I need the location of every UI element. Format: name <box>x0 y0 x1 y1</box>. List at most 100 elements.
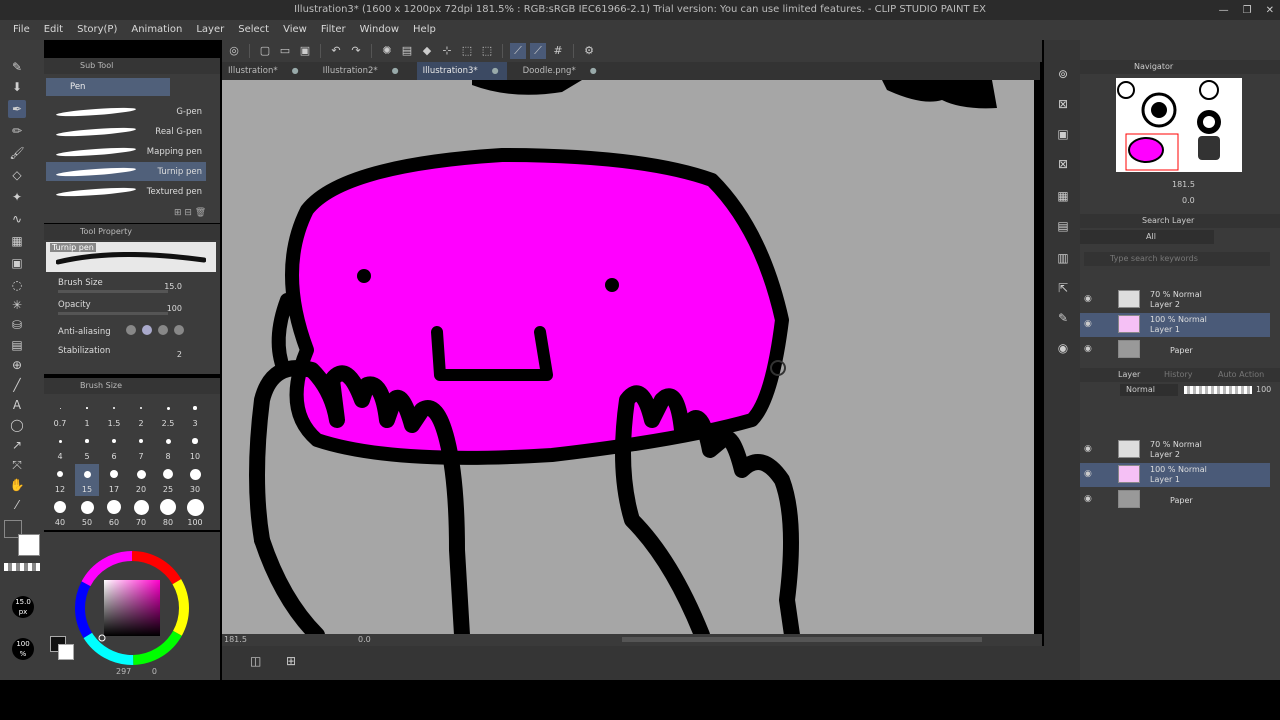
layer-row[interactable]: ◉ Paper <box>1080 488 1270 512</box>
deselect-icon[interactable]: ⬚ <box>459 43 475 59</box>
figure-tool-icon[interactable]: ▦ <box>8 232 26 250</box>
blend-mode-select[interactable]: Normal <box>1120 384 1178 396</box>
brush-size-option-7[interactable]: 7 <box>129 431 153 463</box>
tab-auto-action[interactable]: Auto Action <box>1218 370 1264 379</box>
aa-none-option[interactable] <box>126 325 136 335</box>
brush-item-real-g-pen[interactable]: Real G-pen <box>46 122 206 141</box>
transparent-color-swatch[interactable] <box>4 563 40 571</box>
brush-size-option-4[interactable]: 4 <box>48 431 72 463</box>
frame-tool-icon[interactable]: ▣ <box>8 254 26 272</box>
color-wheel[interactable] <box>72 548 192 668</box>
loading-icon[interactable]: ✺ <box>379 43 395 59</box>
grid-icon[interactable]: ▦ <box>1055 188 1071 204</box>
eye-icon[interactable]: ◉ <box>1084 294 1092 304</box>
subtool-actions[interactable]: ⊞ ⊟ 🗑 <box>174 208 206 218</box>
menu-help[interactable]: Help <box>406 20 443 40</box>
save-icon[interactable]: ▣ <box>297 43 313 59</box>
gradient-tool-icon[interactable]: ▤ <box>8 336 26 354</box>
eraser-tool-icon[interactable]: ◇ <box>8 166 26 184</box>
pen-settings-icon[interactable]: ✎ <box>8 58 26 76</box>
navigator-zoom[interactable]: 181.5 <box>1172 180 1195 189</box>
menu-view[interactable]: View <box>276 20 314 40</box>
tab-illustration2[interactable]: Illustration2* ● <box>317 62 407 80</box>
brush-size-option-17[interactable]: 17 <box>102 464 126 496</box>
eyedropper-icon[interactable]: ⁄ <box>8 496 26 514</box>
brush-size-option-6[interactable]: 6 <box>102 431 126 463</box>
tab-illustration3[interactable]: Illustration3* ● <box>416 62 507 80</box>
move-tool-icon[interactable]: ⤧ <box>8 456 26 474</box>
menu-story[interactable]: Story(P) <box>70 20 124 40</box>
brush-item-textured-pen[interactable]: Textured pen <box>46 182 206 201</box>
menu-animation[interactable]: Animation <box>124 20 189 40</box>
opacity-slider[interactable] <box>58 312 168 315</box>
antialiasing-options[interactable] <box>126 325 184 335</box>
brush-size-option-25[interactable]: 25 <box>156 464 180 496</box>
layer-row[interactable]: ◉ 70 % Normal Layer 2 <box>1080 438 1270 462</box>
brush-size-option-12[interactable]: 12 <box>48 464 72 496</box>
aa-weak-option[interactable] <box>142 325 152 335</box>
snap-grid-icon[interactable]: # <box>550 43 566 59</box>
lasso-tool-icon[interactable]: ◌ <box>8 276 26 294</box>
layer-opacity-slider[interactable] <box>1184 386 1252 394</box>
redo-icon[interactable]: ↷ <box>348 43 364 59</box>
navigator-preview[interactable] <box>1116 78 1242 172</box>
snap-ruler-icon[interactable]: ⟋ <box>510 43 526 59</box>
brush-size-option-1.5[interactable]: 1.5 <box>102 398 126 430</box>
layer-filter-select[interactable]: All <box>1080 230 1214 244</box>
menu-select[interactable]: Select <box>231 20 276 40</box>
brush-size-slider[interactable] <box>58 290 168 293</box>
search-icon[interactable]: ⊚ <box>1055 66 1071 82</box>
hand-tool-icon[interactable]: ✋ <box>8 476 26 494</box>
angle-readout[interactable]: 0.0 <box>358 635 371 644</box>
brush-size-option-30[interactable]: 30 <box>183 464 207 496</box>
fill-icon[interactable]: ◆ <box>419 43 435 59</box>
eye-icon[interactable]: ◉ <box>1084 444 1092 454</box>
fill-bucket-icon[interactable]: ⛁ <box>8 316 26 334</box>
layer-row[interactable]: ◉ 70 % Normal Layer 2 <box>1080 288 1270 312</box>
tab-history[interactable]: History <box>1164 370 1192 379</box>
brush-size-option-100[interactable]: 100 <box>183 497 207 529</box>
eye-icon[interactable]: ◉ <box>1084 494 1092 504</box>
eye-icon[interactable]: ◉ <box>1084 469 1092 479</box>
menu-filter[interactable]: Filter <box>314 20 353 40</box>
color-sub-chip[interactable] <box>58 644 74 660</box>
zoom-readout[interactable]: 181.5 <box>224 635 247 644</box>
decoration-tool-icon[interactable]: ✦ <box>8 188 26 206</box>
new-file-icon[interactable]: ▢ <box>257 43 273 59</box>
brush-item-g-pen[interactable]: G-pen <box>46 102 206 121</box>
aa-strong-option[interactable] <box>174 325 184 335</box>
clear-icon[interactable]: ▤ <box>399 43 415 59</box>
close-tab-icon[interactable]: ● <box>292 66 299 75</box>
layer-search-input[interactable]: Type search keywords <box>1084 252 1270 266</box>
brush-size-option-2.5[interactable]: 2.5 <box>156 398 180 430</box>
eye-icon[interactable]: ◉ <box>1084 319 1092 329</box>
blend-tool-icon[interactable]: ∿ <box>8 210 26 228</box>
open-file-icon[interactable]: ▭ <box>277 43 293 59</box>
brush-size-option-3[interactable]: 3 <box>183 398 207 430</box>
menu-layer[interactable]: Layer <box>189 20 231 40</box>
brush-size-option-20[interactable]: 20 <box>129 464 153 496</box>
pen-tool-icon[interactable]: ✒ <box>8 100 26 118</box>
panel-toggle-icon[interactable]: ◫ <box>250 654 261 668</box>
clip-studio-icon[interactable]: ◎ <box>226 43 242 59</box>
layout-toggle-icon[interactable]: ⊞ <box>286 654 296 668</box>
line-tool-icon[interactable]: ╱ <box>8 376 26 394</box>
maximize-button[interactable]: ❐ <box>1243 5 1252 16</box>
stabilization-value[interactable]: 2 <box>177 350 182 359</box>
export-icon[interactable]: ⇱ <box>1055 280 1071 296</box>
close-tab-icon[interactable]: ● <box>492 66 499 75</box>
brush-size-option-1[interactable]: 1 <box>75 398 99 430</box>
operation-tool-icon[interactable]: ⬇ <box>8 78 26 96</box>
tab-layer[interactable]: Layer <box>1118 370 1140 379</box>
transform-icon[interactable]: ⊹ <box>439 43 455 59</box>
navigator-angle[interactable]: 0.0 <box>1182 196 1195 205</box>
sub-tool-group-tab[interactable]: Pen <box>46 78 170 96</box>
menu-file[interactable]: File <box>6 20 37 40</box>
brush-size-option-70[interactable]: 70 <box>129 497 153 529</box>
brush-size-option-0.7[interactable]: 0.7 <box>48 398 72 430</box>
sub-color-swatch[interactable] <box>18 534 40 556</box>
brush-size-option-8[interactable]: 8 <box>156 431 180 463</box>
brush-item-mapping-pen[interactable]: Mapping pen <box>46 142 206 161</box>
aa-medium-option[interactable] <box>158 325 168 335</box>
crop-icon[interactable]: ⬚ <box>479 43 495 59</box>
